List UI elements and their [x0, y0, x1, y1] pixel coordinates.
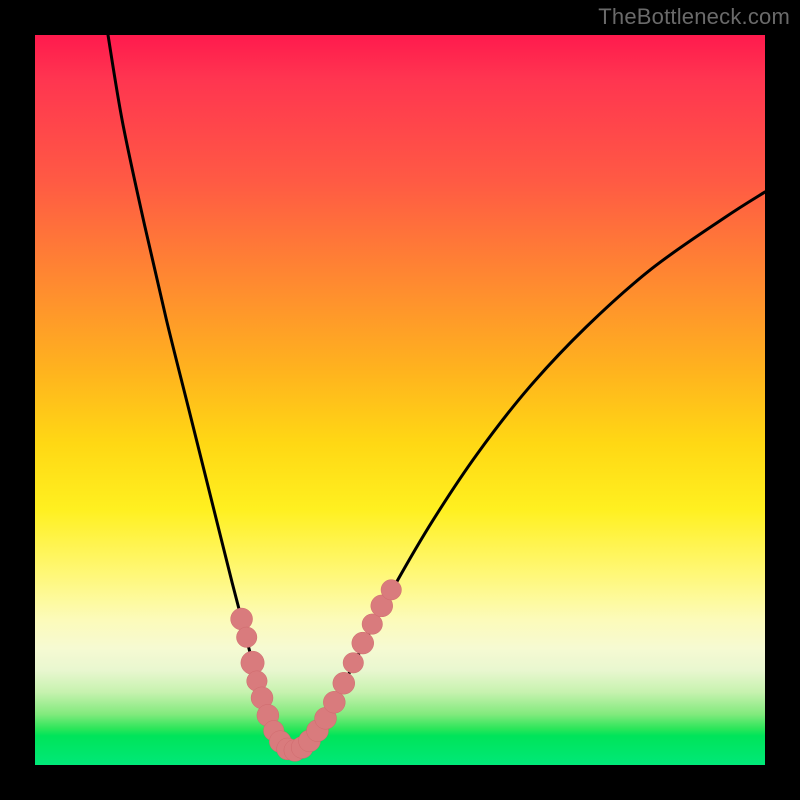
- bead: [343, 653, 363, 673]
- bead: [231, 608, 253, 630]
- plot-area: [35, 35, 765, 765]
- curve-path: [108, 35, 765, 750]
- bottleneck-curve: [108, 35, 765, 750]
- bead: [241, 651, 264, 674]
- bead: [333, 672, 355, 694]
- bead: [362, 614, 382, 634]
- watermark-text: TheBottleneck.com: [598, 4, 790, 30]
- bead: [323, 691, 345, 713]
- chart-svg: [35, 35, 765, 765]
- curve-beads: [231, 580, 402, 762]
- outer-frame: TheBottleneck.com: [0, 0, 800, 800]
- bead: [236, 627, 256, 647]
- bead: [381, 580, 401, 600]
- bead: [352, 632, 374, 654]
